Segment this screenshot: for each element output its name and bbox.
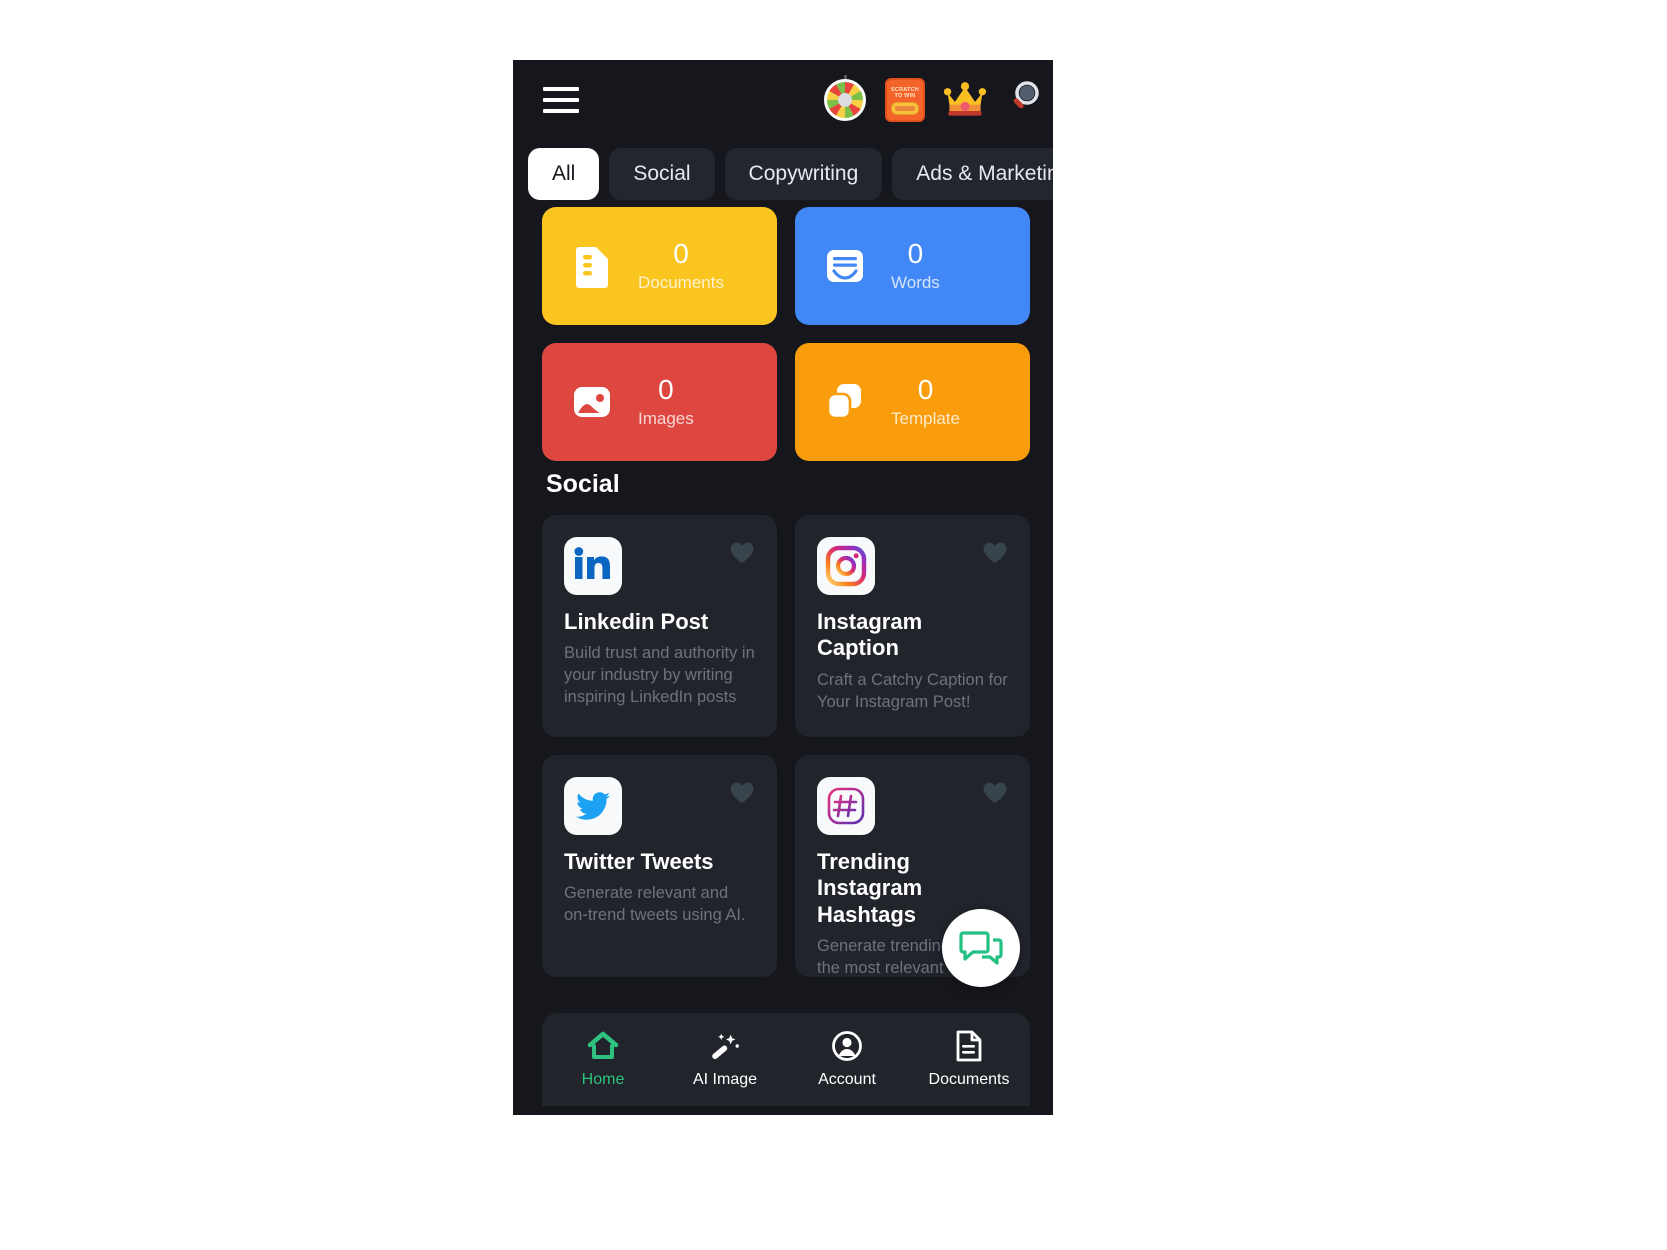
template-description: Generate relevant and on-trend tweets us… <box>564 884 746 925</box>
hamburger-line <box>543 87 579 91</box>
stat-value: 0 <box>917 373 934 405</box>
scratch-strip <box>891 102 919 116</box>
tab-ads-marketing[interactable]: Ads & Marketing <box>892 148 1053 200</box>
template-card-twitter-tweets[interactable]: Twitter Tweets Generate relevant and on-… <box>542 755 777 977</box>
nav-item-ai-image[interactable]: AI Image <box>664 1013 786 1106</box>
stat-value: 0 <box>907 237 924 269</box>
nav-item-home[interactable]: Home <box>542 1013 664 1106</box>
document-icon <box>568 242 616 290</box>
heart-icon[interactable] <box>729 541 755 565</box>
stat-label: Words <box>891 273 940 293</box>
stat-value: 0 <box>673 237 689 269</box>
hamburger-line <box>543 98 579 102</box>
stat-label: Template <box>891 409 960 429</box>
stat-label: Images <box>638 409 694 429</box>
stats-grid: 0 Documents 0 Words 0 Images 0 Template <box>542 207 1030 461</box>
template-card-instagram-caption[interactable]: Instagram Caption Craft a Catchy Caption… <box>795 515 1030 737</box>
crown-premium-icon[interactable] <box>943 78 987 122</box>
stat-text: 0 Documents <box>638 238 724 294</box>
linkedin-logo-icon <box>564 537 622 595</box>
tab-copywriting[interactable]: Copywriting <box>724 148 883 200</box>
search-icon[interactable] <box>1003 78 1047 122</box>
scratch-line-2: TO WIN <box>894 93 916 99</box>
template-title: Linkedin Post <box>564 609 709 634</box>
screenshot-root: SCRATCH TO WIN All Social Copywriting Ad… <box>0 0 1667 1250</box>
account-icon <box>831 1030 863 1062</box>
wheel-body <box>824 79 866 121</box>
stat-card-documents[interactable]: 0 Documents <box>542 207 777 325</box>
template-title: Twitter Tweets <box>564 849 714 874</box>
home-icon <box>587 1030 619 1062</box>
magnifier-glyph <box>1013 81 1039 109</box>
top-bar-actions: SCRATCH TO WIN <box>823 75 1047 122</box>
spin-wheel-icon[interactable] <box>823 75 867 122</box>
documents-icon <box>953 1030 985 1062</box>
stat-label: Documents <box>638 273 724 293</box>
crown-glyph <box>943 82 987 116</box>
nav-label: Account <box>818 1071 876 1088</box>
template-title: Instagram Caption <box>817 609 923 661</box>
stat-value: 0 <box>658 373 674 405</box>
section-title-social: Social <box>546 470 620 498</box>
nav-label: AI Image <box>692 1071 758 1088</box>
scratch-to-win-icon[interactable]: SCRATCH TO WIN <box>883 78 927 122</box>
hashtag-logo-icon <box>817 777 875 835</box>
mobile-app-screen: SCRATCH TO WIN All Social Copywriting Ad… <box>513 60 1053 1115</box>
hamburger-line <box>543 109 579 113</box>
top-bar: SCRATCH TO WIN <box>513 60 1053 140</box>
stat-card-template[interactable]: 0 Template <box>795 343 1030 461</box>
heart-icon[interactable] <box>729 781 755 805</box>
stat-text: 0 Images <box>638 374 694 430</box>
category-tabs: All Social Copywriting Ads & Marketing <box>513 148 1053 200</box>
stat-card-words[interactable]: 0 Words <box>795 207 1030 325</box>
template-card-linkedin-post[interactable]: Linkedin Post Build trust and authority … <box>542 515 777 737</box>
nav-item-documents[interactable]: Documents <box>908 1013 1030 1106</box>
nav-item-account[interactable]: Account <box>786 1013 908 1106</box>
hamburger-menu-icon[interactable] <box>543 87 579 113</box>
words-card-icon <box>821 242 869 290</box>
stat-card-images[interactable]: 0 Images <box>542 343 777 461</box>
chat-support-button[interactable] <box>942 909 1020 987</box>
template-description: Craft a Catchy Caption for Your Instagra… <box>817 670 1008 711</box>
magic-wand-icon <box>709 1030 741 1062</box>
tab-social[interactable]: Social <box>609 148 715 200</box>
template-copy-icon <box>821 378 869 426</box>
bottom-navigation-bar: Home AI Image Account Documents <box>542 1013 1030 1106</box>
twitter-logo-icon <box>564 777 622 835</box>
instagram-logo-icon <box>817 537 875 595</box>
heart-icon[interactable] <box>982 781 1008 805</box>
template-grid: Linkedin Post Build trust and authority … <box>542 515 1030 977</box>
nav-label: Home <box>581 1071 625 1088</box>
tab-all[interactable]: All <box>528 148 600 200</box>
nav-label: Documents <box>928 1071 1010 1088</box>
image-icon <box>568 378 616 426</box>
stat-text: 0 Words <box>891 238 940 294</box>
heart-icon[interactable] <box>982 541 1008 565</box>
scratch-card: SCRATCH TO WIN <box>885 78 925 122</box>
chat-bubble-icon <box>959 931 1003 965</box>
stat-text: 0 Template <box>891 374 960 430</box>
template-description: Build trust and authority in your indust… <box>564 644 755 706</box>
